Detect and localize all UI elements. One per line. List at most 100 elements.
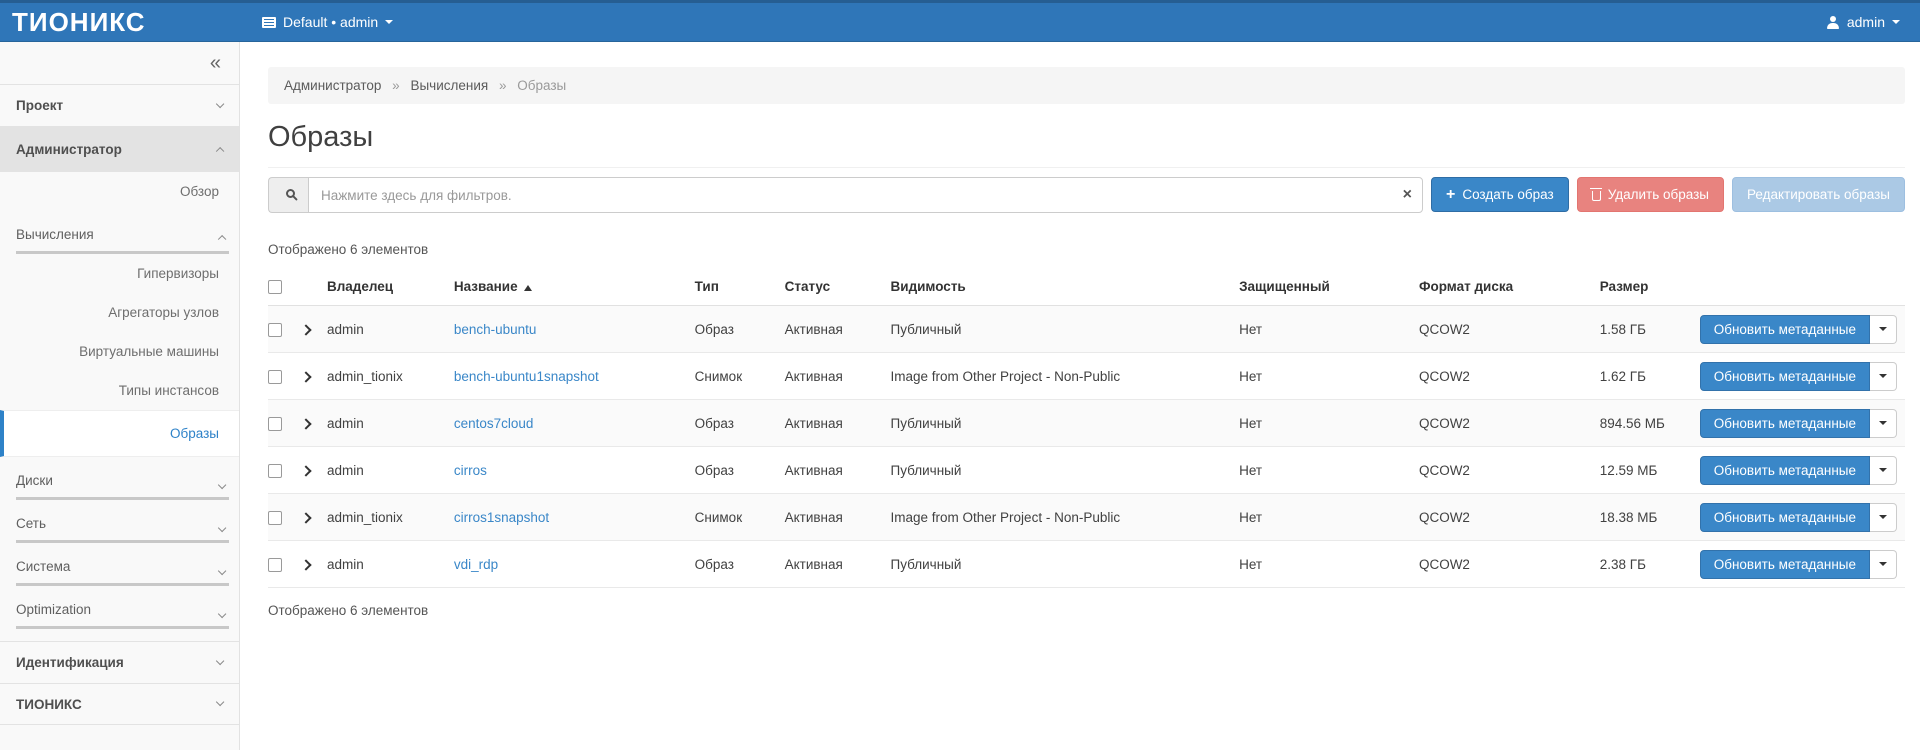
column-header-visibility[interactable]: Видимость <box>891 268 1240 306</box>
chevron-right-icon[interactable] <box>300 324 311 335</box>
delete-images-label: Удалить образы <box>1608 187 1709 202</box>
sidebar-section-label: Диски <box>16 473 53 488</box>
row-actions-cell: Обновить метаданные <box>1700 447 1905 494</box>
caret-down-icon <box>1879 468 1887 472</box>
column-header-owner[interactable]: Владелец <box>327 268 454 306</box>
sidebar-section-volumes[interactable]: Диски <box>16 457 229 500</box>
filter-input[interactable] <box>308 177 1423 213</box>
breadcrumb-link-compute[interactable]: Вычисления <box>410 78 488 93</box>
sidebar-item-instances[interactable]: Виртуальные машины <box>0 332 239 371</box>
sidebar-item-identity[interactable]: Идентификация <box>0 641 239 683</box>
row-actions-dropdown-toggle[interactable] <box>1870 362 1897 391</box>
size-cell: 18.38 МБ <box>1600 494 1700 541</box>
row-checkbox[interactable] <box>268 370 282 384</box>
sidebar-item-admin[interactable]: Администратор <box>0 126 239 172</box>
disk-format-cell: QCOW2 <box>1419 353 1600 400</box>
breadcrumb-link-admin[interactable]: Администратор <box>284 78 381 93</box>
filter-toolbar: × + Создать образ Удалить образы Редакти… <box>268 177 1905 213</box>
create-image-button[interactable]: + Создать образ <box>1431 177 1569 212</box>
chevron-down-icon <box>216 100 225 109</box>
sidebar-section-label: Optimization <box>16 602 91 617</box>
caret-down-icon <box>1879 515 1887 519</box>
row-actions-dropdown-toggle[interactable] <box>1870 315 1897 344</box>
select-all-checkbox[interactable] <box>268 280 282 294</box>
owner-cell: admin <box>327 306 454 353</box>
sidebar-item-flavors[interactable]: Типы инстансов <box>0 371 239 410</box>
sidebar-collapse-button[interactable]: « <box>0 42 239 84</box>
sidebar-item-images[interactable]: Образы <box>0 410 239 457</box>
chevron-right-icon[interactable] <box>300 418 311 429</box>
image-name-link[interactable]: centos7cloud <box>454 416 534 431</box>
column-header-name[interactable]: Название <box>454 268 695 306</box>
row-action-group: Обновить метаданные <box>1700 409 1897 438</box>
image-name-link[interactable]: vdi_rdp <box>454 557 498 572</box>
brand-logo[interactable]: ТИОНИКС <box>0 3 240 41</box>
row-actions-dropdown-toggle[interactable] <box>1870 550 1897 579</box>
row-actions-cell: Обновить метаданные <box>1700 494 1905 541</box>
row-action-group: Обновить метаданные <box>1700 550 1897 579</box>
image-name-link[interactable]: bench-ubuntu <box>454 322 537 337</box>
sidebar-item-host-aggregates[interactable]: Агрегаторы узлов <box>0 293 239 332</box>
table-header-row: Владелец Название Тип Статус Видимость З… <box>268 268 1905 306</box>
row-actions-dropdown-toggle[interactable] <box>1870 456 1897 485</box>
row-expand-cell <box>302 306 327 353</box>
row-actions-cell: Обновить метаданные <box>1700 306 1905 353</box>
row-checkbox[interactable] <box>268 558 282 572</box>
owner-cell: admin_tionix <box>327 353 454 400</box>
row-actions-dropdown-toggle[interactable] <box>1870 503 1897 532</box>
column-header-size[interactable]: Размер <box>1600 268 1700 306</box>
clear-filter-icon[interactable]: × <box>1403 185 1412 205</box>
update-metadata-button[interactable]: Обновить метаданные <box>1700 456 1870 485</box>
sidebar-item-label: Проект <box>16 98 63 113</box>
chevron-right-icon[interactable] <box>300 512 311 523</box>
context-switcher[interactable]: Default • admin <box>240 14 393 30</box>
update-metadata-button[interactable]: Обновить метаданные <box>1700 409 1870 438</box>
sidebar-section-compute[interactable]: Вычисления <box>16 211 229 254</box>
image-name-link[interactable]: cirros1snapshot <box>454 510 549 525</box>
row-select-cell <box>268 494 302 541</box>
sidebar-item-tionix[interactable]: ТИОНИКС <box>0 683 239 725</box>
sidebar-section-network[interactable]: Сеть <box>16 500 229 543</box>
chevron-right-icon[interactable] <box>300 465 311 476</box>
row-checkbox[interactable] <box>268 464 282 478</box>
table-row: admin_tionix cirros1snapshot Снимок Акти… <box>268 494 1905 541</box>
column-header-type[interactable]: Тип <box>695 268 785 306</box>
column-header-protected[interactable]: Защищенный <box>1239 268 1419 306</box>
caret-down-icon <box>385 20 393 24</box>
search-addon <box>268 177 308 213</box>
sidebar-item-hypervisors[interactable]: Гипервизоры <box>0 254 239 293</box>
name-cell: cirros1snapshot <box>454 494 695 541</box>
edit-images-button[interactable]: Редактировать образы <box>1732 177 1905 212</box>
top-navbar: ТИОНИКС Default • admin admin <box>0 0 1920 42</box>
visibility-cell: Image from Other Project - Non-Public <box>891 353 1240 400</box>
disk-format-cell: QCOW2 <box>1419 494 1600 541</box>
update-metadata-button[interactable]: Обновить метаданные <box>1700 550 1870 579</box>
row-checkbox[interactable] <box>268 511 282 525</box>
caret-down-icon <box>1879 374 1887 378</box>
sidebar-item-overview[interactable]: Обзор <box>0 172 239 211</box>
update-metadata-button[interactable]: Обновить метаданные <box>1700 315 1870 344</box>
status-cell: Активная <box>785 494 891 541</box>
sidebar-section-optimization[interactable]: Optimization <box>16 586 229 629</box>
update-metadata-button[interactable]: Обновить метаданные <box>1700 362 1870 391</box>
user-label: admin <box>1847 14 1885 30</box>
sidebar-section-system[interactable]: Система <box>16 543 229 586</box>
row-checkbox[interactable] <box>268 323 282 337</box>
image-name-link[interactable]: bench-ubuntu1snapshot <box>454 369 599 384</box>
chevron-right-icon[interactable] <box>300 371 311 382</box>
row-actions-dropdown-toggle[interactable] <box>1870 409 1897 438</box>
table-row: admin vdi_rdp Образ Активная Публичный Н… <box>268 541 1905 588</box>
row-actions-cell: Обновить метаданные <box>1700 400 1905 447</box>
update-metadata-button[interactable]: Обновить метаданные <box>1700 503 1870 532</box>
chevron-right-icon[interactable] <box>300 559 311 570</box>
chevron-up-icon <box>216 147 225 156</box>
size-cell: 1.58 ГБ <box>1600 306 1700 353</box>
delete-images-button[interactable]: Удалить образы <box>1577 177 1724 212</box>
row-checkbox[interactable] <box>268 417 282 431</box>
visibility-cell: Публичный <box>891 400 1240 447</box>
image-name-link[interactable]: cirros <box>454 463 487 478</box>
column-header-status[interactable]: Статус <box>785 268 891 306</box>
column-header-disk-format[interactable]: Формат диска <box>1419 268 1600 306</box>
sidebar-item-project[interactable]: Проект <box>0 84 239 126</box>
user-menu[interactable]: admin <box>1827 14 1920 30</box>
